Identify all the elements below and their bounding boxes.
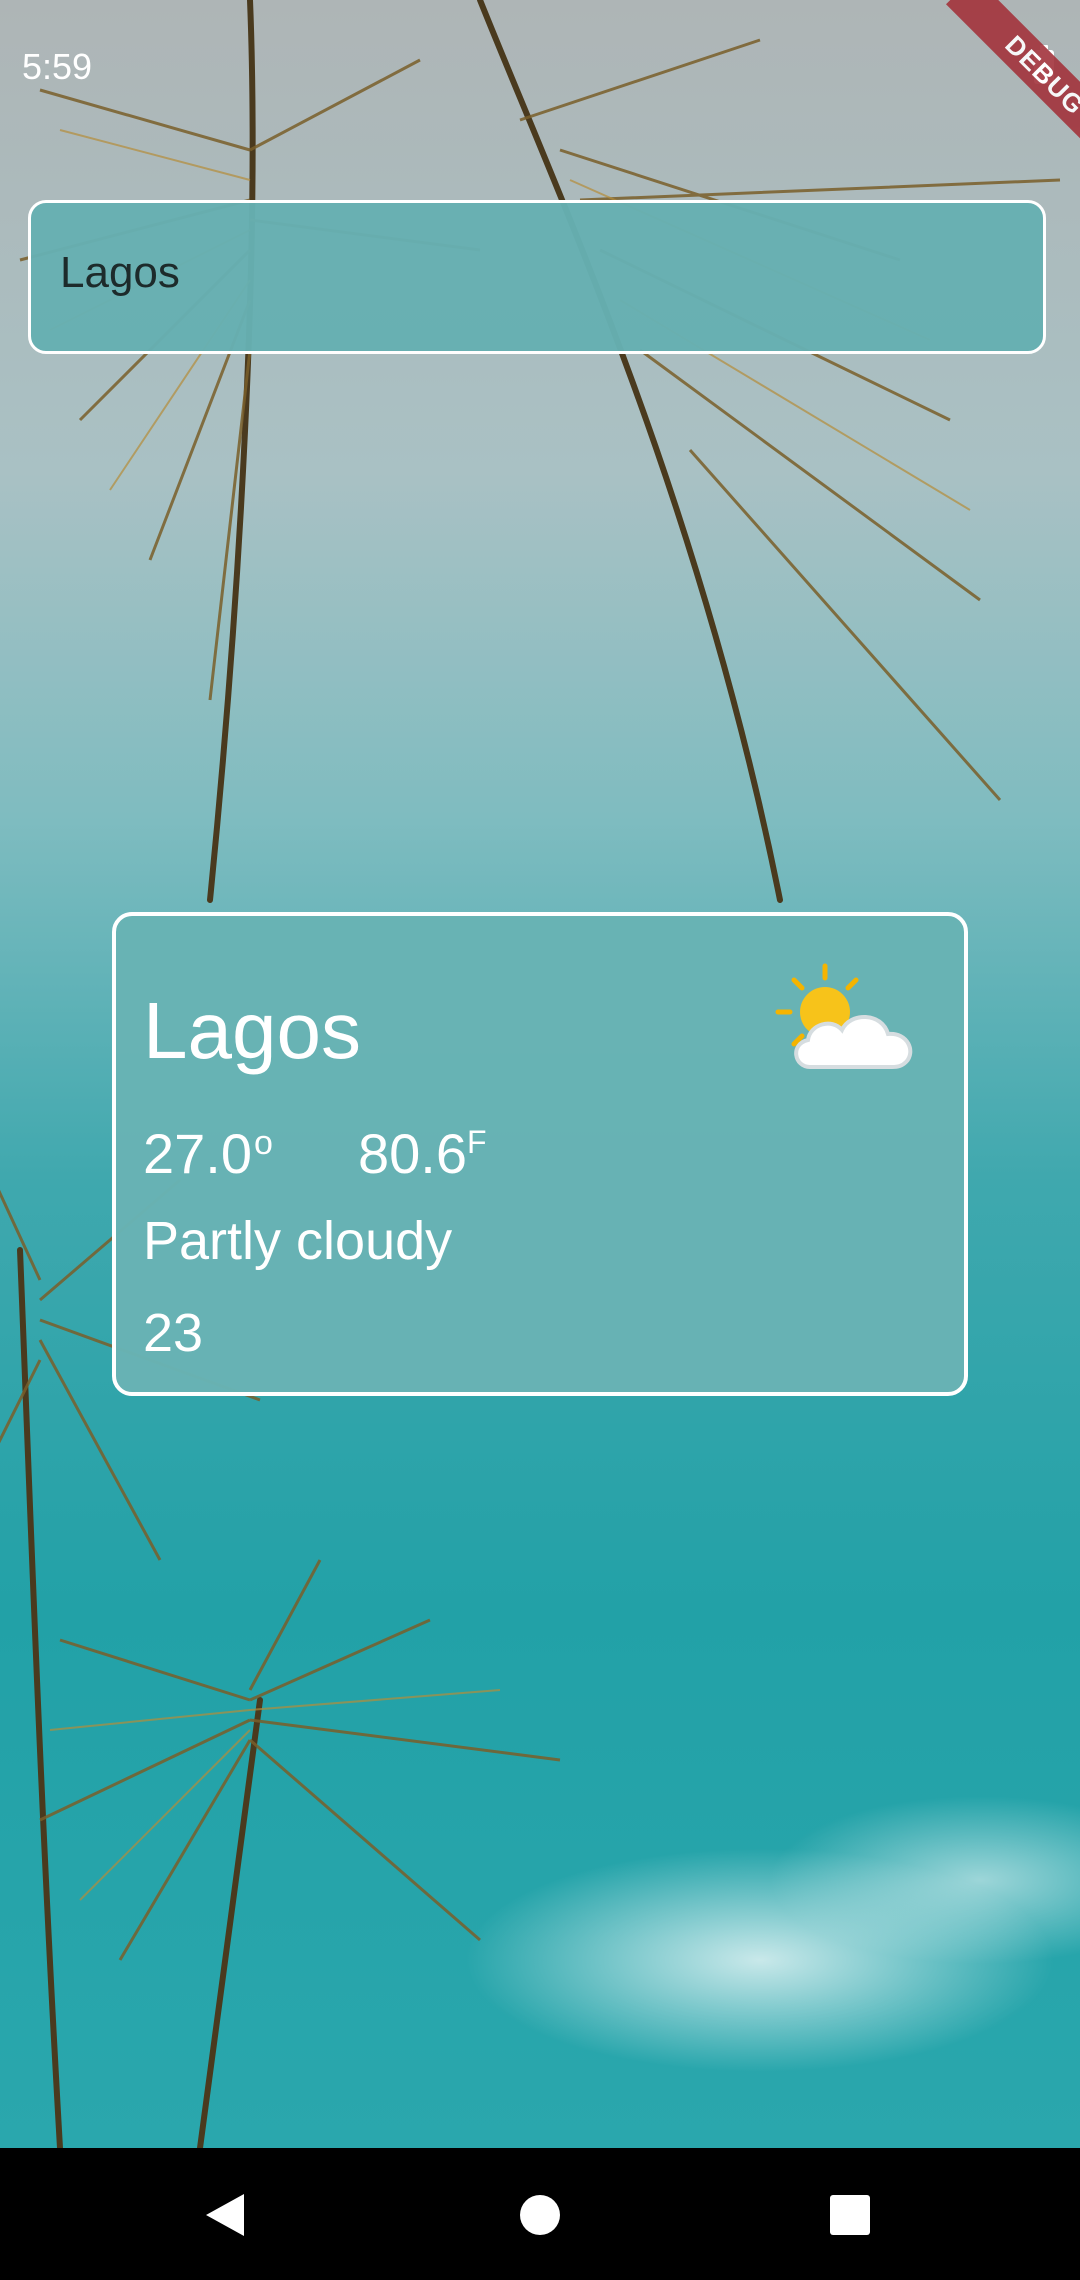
city-search-value[interactable]: Lagos — [60, 248, 180, 298]
humidity-value: 23 — [143, 1303, 204, 1363]
navigation-bar — [0, 2148, 1080, 2280]
city-name: Lagos — [143, 986, 361, 1075]
back-triangle-icon[interactable] — [166, 2148, 286, 2280]
app-screen: 5:59 DEBUG Lagos Lagos 27.0 o 80.6 F Par… — [0, 0, 1080, 2148]
temperature-celsius: 27.0 — [143, 1122, 252, 1185]
status-bar: 5:59 — [0, 0, 1080, 130]
celsius-degree-symbol: o — [254, 1124, 273, 1162]
recents-square-icon[interactable] — [790, 2148, 910, 2280]
temperature-fahrenheit: 80.6 — [358, 1122, 467, 1185]
fahrenheit-unit: F — [467, 1124, 487, 1160]
status-time: 5:59 — [22, 46, 93, 87]
partly-cloudy-icon — [775, 963, 913, 1069]
city-search-input[interactable] — [28, 200, 1046, 354]
weather-condition: Partly cloudy — [143, 1211, 453, 1271]
home-circle-icon[interactable] — [480, 2148, 600, 2280]
